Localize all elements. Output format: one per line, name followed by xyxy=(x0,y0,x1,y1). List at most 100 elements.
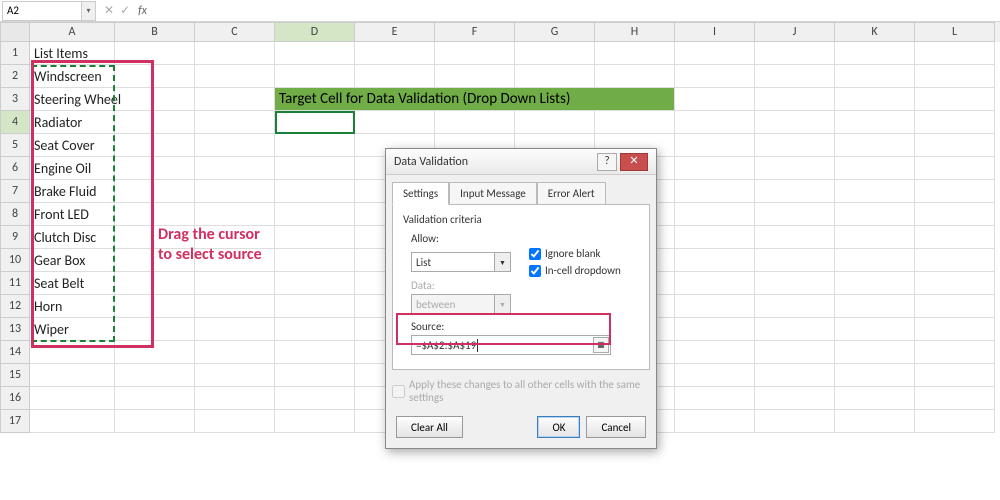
cell[interactable] xyxy=(835,272,915,295)
col-header-I[interactable]: I xyxy=(675,22,755,42)
cell[interactable] xyxy=(595,65,675,88)
cell[interactable]: Horn xyxy=(30,295,115,318)
cell[interactable] xyxy=(115,341,195,364)
cell[interactable] xyxy=(275,157,355,180)
cell[interactable] xyxy=(275,318,355,341)
cell[interactable] xyxy=(835,65,915,88)
row-header[interactable]: 13 xyxy=(0,318,30,341)
cell[interactable] xyxy=(675,134,755,157)
cell[interactable] xyxy=(755,111,835,134)
cell[interactable] xyxy=(755,318,835,341)
row-header[interactable]: 11 xyxy=(0,272,30,295)
cell[interactable] xyxy=(835,134,915,157)
cell[interactable] xyxy=(195,134,275,157)
cell[interactable] xyxy=(915,387,995,410)
cell[interactable] xyxy=(915,42,995,65)
col-header-K[interactable]: K xyxy=(835,22,915,42)
cell[interactable] xyxy=(195,180,275,203)
row-header[interactable]: 4 xyxy=(0,111,30,134)
cell[interactable] xyxy=(755,226,835,249)
cell[interactable] xyxy=(675,410,755,433)
cell[interactable] xyxy=(115,410,195,433)
cell[interactable] xyxy=(115,295,195,318)
cell[interactable] xyxy=(195,364,275,387)
cell[interactable] xyxy=(915,134,995,157)
cell[interactable] xyxy=(915,180,995,203)
cell[interactable] xyxy=(30,410,115,433)
cell[interactable] xyxy=(115,111,195,134)
cell[interactable]: Steering Wheel xyxy=(30,88,115,111)
cell[interactable] xyxy=(675,226,755,249)
row-header[interactable]: 6 xyxy=(0,157,30,180)
row-header[interactable]: 1 xyxy=(0,42,30,65)
cell[interactable] xyxy=(275,387,355,410)
cell[interactable] xyxy=(755,341,835,364)
cell[interactable] xyxy=(835,249,915,272)
col-header-E[interactable]: E xyxy=(355,22,435,42)
cell[interactable] xyxy=(195,65,275,88)
cell[interactable] xyxy=(30,364,115,387)
cell[interactable] xyxy=(435,42,515,65)
dialog-titlebar[interactable]: Data Validation ? ✕ xyxy=(386,149,656,175)
cell[interactable] xyxy=(275,65,355,88)
tab-input-message[interactable]: Input Message xyxy=(449,182,537,205)
row-header[interactable]: 16 xyxy=(0,387,30,410)
cell[interactable] xyxy=(275,364,355,387)
cell[interactable] xyxy=(195,410,275,433)
cell[interactable] xyxy=(515,42,595,65)
tab-error-alert[interactable]: Error Alert xyxy=(537,182,606,205)
clear-all-button[interactable]: Clear All xyxy=(396,416,463,438)
name-box-dropdown[interactable]: ▾ xyxy=(82,1,96,21)
cancel-button[interactable]: Cancel xyxy=(586,416,646,438)
row-header[interactable]: 2 xyxy=(0,65,30,88)
row-header[interactable]: 5 xyxy=(0,134,30,157)
col-header-J[interactable]: J xyxy=(755,22,835,42)
cell[interactable] xyxy=(675,249,755,272)
cell[interactable] xyxy=(915,226,995,249)
cell[interactable] xyxy=(115,134,195,157)
cell[interactable]: Engine Oil xyxy=(30,157,115,180)
cell[interactable] xyxy=(275,180,355,203)
cell[interactable] xyxy=(275,203,355,226)
cell[interactable] xyxy=(755,42,835,65)
cell[interactable] xyxy=(835,341,915,364)
cell[interactable] xyxy=(755,65,835,88)
cell[interactable] xyxy=(755,295,835,318)
cell[interactable] xyxy=(195,318,275,341)
cell[interactable] xyxy=(195,203,275,226)
cell[interactable] xyxy=(835,318,915,341)
cell[interactable]: List Items xyxy=(30,42,115,65)
cell[interactable] xyxy=(755,134,835,157)
cell[interactable] xyxy=(355,111,435,134)
cell[interactable] xyxy=(675,364,755,387)
cell[interactable] xyxy=(115,180,195,203)
col-header-B[interactable]: B xyxy=(115,22,195,42)
cell[interactable] xyxy=(675,387,755,410)
col-header-F[interactable]: F xyxy=(435,22,515,42)
cell[interactable] xyxy=(755,387,835,410)
cell[interactable] xyxy=(835,226,915,249)
cell[interactable] xyxy=(115,65,195,88)
cell[interactable] xyxy=(755,410,835,433)
cell[interactable] xyxy=(195,42,275,65)
row-header[interactable]: 9 xyxy=(0,226,30,249)
cell[interactable] xyxy=(675,157,755,180)
cell[interactable] xyxy=(115,42,195,65)
col-header-C[interactable]: C xyxy=(195,22,275,42)
cell[interactable] xyxy=(515,111,595,134)
tab-settings[interactable]: Settings xyxy=(392,182,449,205)
cell[interactable] xyxy=(115,157,195,180)
cell[interactable]: Wiper xyxy=(30,318,115,341)
cell[interactable] xyxy=(115,318,195,341)
row-header[interactable]: 7 xyxy=(0,180,30,203)
cell[interactable] xyxy=(195,295,275,318)
cell[interactable] xyxy=(915,157,995,180)
cell[interactable] xyxy=(675,341,755,364)
col-header-A[interactable]: A xyxy=(30,22,115,42)
cell[interactable] xyxy=(915,88,995,111)
cell[interactable] xyxy=(355,65,435,88)
cell[interactable] xyxy=(835,157,915,180)
row-header[interactable]: 10 xyxy=(0,249,30,272)
cell[interactable] xyxy=(835,364,915,387)
cell[interactable] xyxy=(30,341,115,364)
